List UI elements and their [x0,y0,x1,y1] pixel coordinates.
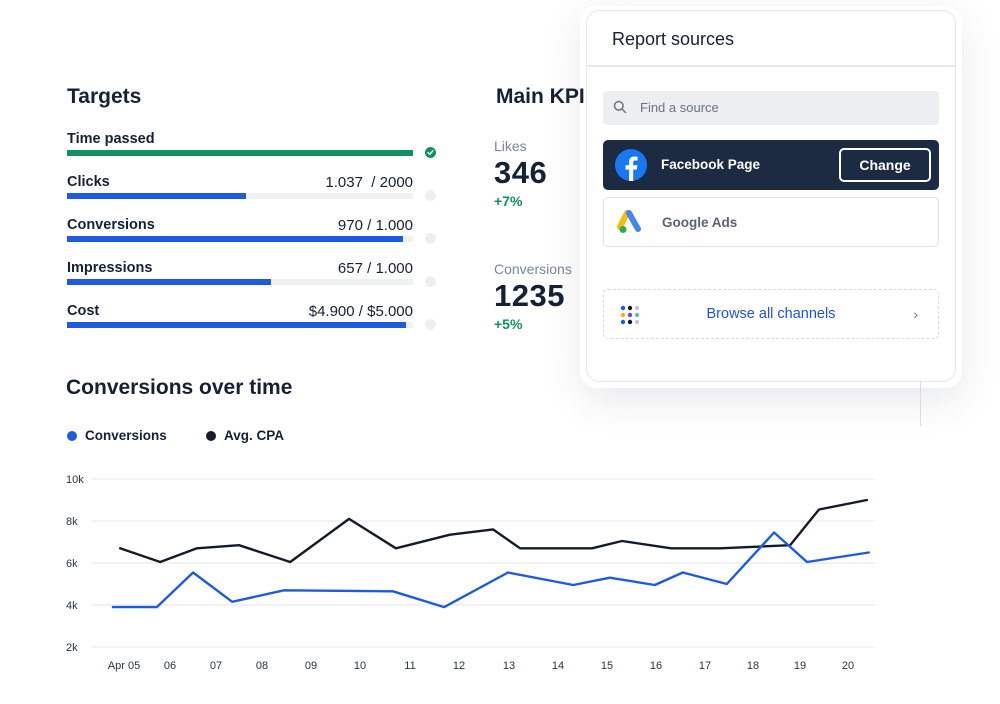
source-item-facebook-page[interactable]: Facebook Page Change [603,140,939,190]
browse-all-channels-button[interactable]: Browse all channels › [603,289,939,339]
legend-dot-icon [67,430,77,441]
legend-item-conversions: Conversions [67,428,167,443]
target-label: Cost [67,303,100,319]
search-icon [613,100,627,114]
kpi-conversions: Conversions 1235 +5% [494,261,572,332]
kpi-delta: +5% [494,316,523,332]
x-tick-label: 11 [404,660,415,672]
kpi-value: 1235 [494,278,565,313]
x-tick-label: Apr 05 [108,660,140,672]
source-item-google-ads[interactable]: Google Ads [603,197,939,247]
target-progress-bar [67,193,413,199]
status-dot-icon [425,233,436,244]
panel-edge-line [920,382,921,426]
x-tick-label: 14 [552,660,564,672]
status-dot-icon [425,276,436,287]
target-progress-bar [67,150,413,156]
panel-divider [587,65,955,67]
target-row-clicks: Clicks 1.037 / 2000 [67,174,447,210]
source-name: Google Ads [662,215,738,230]
y-tick-label: 8k [66,516,78,528]
kpi-likes: Likes 346 +7% [494,138,547,209]
target-label: Time passed [67,131,155,147]
line-chart: 10k 8k 6k 4k 2k Apr 05 06 07 08 09 10 11 12 13 14 15 16 1… [66,474,875,672]
target-progress-fill [67,150,413,156]
x-tick-label: 15 [601,660,613,672]
legend-label: Conversions [85,428,167,443]
y-tick-label: 6k [66,558,78,570]
targets-title: Targets [67,85,142,108]
report-sources-panel: Report sources Find a source Facebook Pa… [586,10,956,382]
x-tick-label: 12 [453,660,465,672]
target-progress-fill [67,236,403,242]
kpi-delta: +7% [494,193,523,209]
series-line-conversions [111,531,870,609]
target-row-time-passed: Time passed [67,131,447,167]
chart-title: Conversions over time [66,376,293,399]
target-value: 1.037 / 2000 [325,174,413,191]
check-circle-icon [425,147,436,158]
x-tick-label: 07 [210,660,222,672]
y-tick-label: 10k [66,474,84,486]
x-tick-label: 08 [256,660,268,672]
facebook-icon [615,149,647,181]
y-tick-label: 4k [66,600,78,612]
target-progress-fill [67,279,272,285]
target-progress-bar [67,236,413,242]
change-source-button[interactable]: Change [839,148,931,182]
browse-label: Browse all channels [706,306,836,322]
status-dot-icon [425,319,436,330]
x-tick-label: 06 [164,660,176,672]
target-value: $4.900 / $5.000 [308,303,413,320]
google-ads-icon [617,210,641,233]
target-label: Impressions [67,260,153,276]
x-tick-label: 09 [305,660,317,672]
y-tick-label: 2k [66,642,78,654]
search-placeholder: Find a source [640,100,719,115]
target-value: 970 / 1.000 [337,217,413,234]
kpi-value: 346 [494,155,548,190]
status-dot-icon [425,190,436,201]
source-name: Facebook Page [661,157,761,172]
target-label: Clicks [67,174,110,190]
target-progress-fill [67,322,407,328]
target-label: Conversions [67,217,155,233]
target-progress-bar [67,279,413,285]
panel-title: Report sources [612,29,735,49]
x-tick-label: 10 [354,660,366,672]
target-row-impressions: Impressions 657 / 1.000 [67,260,447,296]
target-progress-fill [67,193,247,199]
target-value: 657 / 1.000 [337,260,413,277]
x-tick-label: 20 [842,660,854,672]
kpi-title: Main KPI [496,85,585,108]
x-tick-label: 19 [794,660,806,672]
legend-item-avg-cpa: Avg. CPA [206,428,284,443]
legend-label: Avg. CPA [224,428,285,443]
source-search-input[interactable]: Find a source [603,91,939,125]
legend-dot-icon [206,430,216,441]
kpi-label: Likes [494,138,527,154]
target-row-conversions: Conversions 970 / 1.000 [67,217,447,253]
target-progress-bar [67,322,413,328]
x-tick-label: 18 [747,660,759,672]
chevron-right-icon: › [913,306,918,322]
target-row-cost: Cost $4.900 / $5.000 [67,303,447,339]
x-tick-label: 17 [699,660,711,672]
x-tick-label: 13 [503,660,515,672]
kpi-label: Conversions [494,261,572,277]
x-tick-label: 16 [650,660,662,672]
